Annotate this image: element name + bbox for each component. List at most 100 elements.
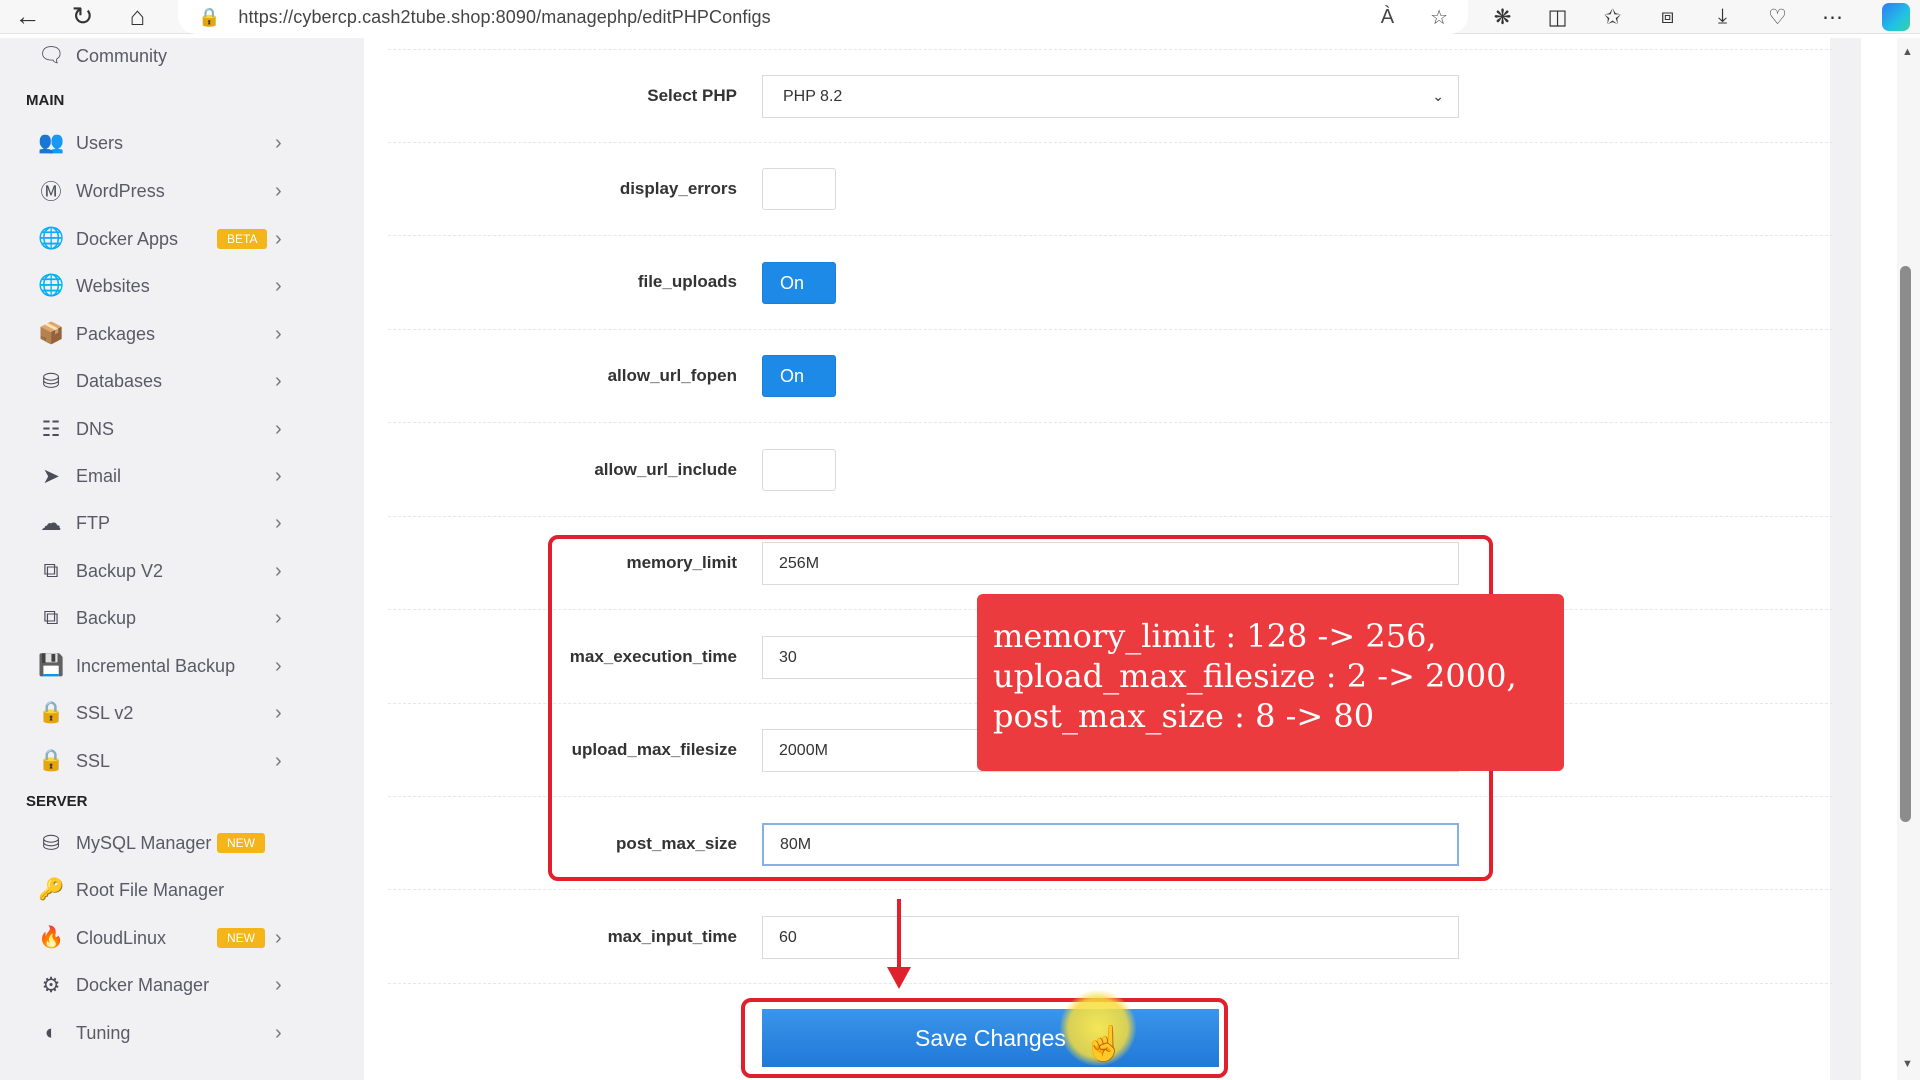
lock-icon: 🔒 [38, 749, 65, 772]
chevron-right-icon: › [275, 322, 282, 345]
callout-line-2: upload_max_filesize : 2 -> 2000, [993, 657, 1517, 695]
more-options-icon[interactable]: ⋯ [1805, 5, 1860, 30]
sidebar-item-incremental-backup[interactable]: 💾 Incremental Backup › [0, 646, 326, 686]
row-separator [388, 142, 1833, 143]
allow-url-fopen-toggle[interactable]: On [762, 355, 836, 397]
sidebar-item-backup[interactable]: ⧉ Backup › [0, 598, 326, 638]
chevron-down-icon: ⌄ [1432, 88, 1444, 104]
sidebar-item-websites[interactable]: 🌐 Websites › [0, 266, 326, 306]
sidebar-item-email[interactable]: ➤ Email › [0, 456, 326, 496]
chevron-right-icon: › [275, 511, 282, 534]
display-errors-label: display_errors [619, 179, 737, 198]
sidebar-item-ssl[interactable]: 🔒 SSL › [0, 741, 326, 781]
sidebar-item-docker-manager[interactable]: ⚙ Docker Manager › [0, 965, 326, 1005]
sidebar-item-community[interactable]: 🗨 Community [0, 38, 326, 76]
sidebar-item-tuning[interactable]: ◐ Tuning › [0, 1013, 326, 1053]
chevron-right-icon: › [275, 926, 282, 949]
scroll-down-icon[interactable]: ▼ [1902, 1058, 1913, 1070]
chevron-right-icon: › [275, 749, 282, 772]
database-icon: ⛁ [42, 369, 60, 393]
refresh-icon[interactable]: ↻ [55, 0, 110, 34]
annotation-arrow-head [887, 967, 911, 989]
save-icon: 💾 [38, 654, 65, 677]
row-separator [388, 422, 1833, 423]
annotation-arrow [897, 899, 901, 973]
key-icon: 🔑 [38, 878, 65, 901]
row-separator [388, 49, 1833, 50]
row-separator [388, 889, 1833, 890]
section-title-main: MAIN [26, 92, 65, 109]
sidebar-item-ftp[interactable]: ☁ FTP › [0, 503, 326, 543]
globe-icon: 🌐 [38, 274, 65, 297]
split-screen-icon[interactable]: ◫ [1530, 5, 1585, 30]
max-input-time-label: max_input_time [607, 927, 737, 946]
back-icon[interactable]: ← [0, 0, 55, 34]
row-separator [388, 516, 1833, 517]
copilot-icon[interactable] [1882, 3, 1910, 31]
sidebar-item-cloudlinux[interactable]: 🔥 CloudLinux NEW › [0, 918, 326, 958]
paper-plane-icon: ➤ [42, 464, 60, 488]
chevron-right-icon: › [275, 973, 282, 996]
adjust-icon: ◐ [44, 1021, 58, 1044]
chevron-right-icon: › [275, 654, 282, 677]
sidebar-item-users[interactable]: 👥 Users › [0, 123, 326, 163]
lock-icon: 🔒 [198, 6, 221, 27]
sidebar-item-mysql-manager[interactable]: ⛁ MySQL Manager NEW [0, 823, 326, 863]
allow-url-include-toggle[interactable] [762, 449, 836, 491]
display-errors-toggle[interactable] [762, 168, 836, 210]
extensions-icon[interactable]: ❋ [1475, 5, 1530, 30]
select-php-label: Select PHP [647, 86, 737, 105]
sidebar-item-wordpress[interactable]: Ⓜ WordPress › [0, 171, 326, 211]
fire-icon: 🔥 [38, 926, 65, 949]
file-uploads-toggle[interactable]: On [762, 262, 836, 304]
home-icon[interactable]: ⌂ [110, 0, 165, 34]
chevron-right-icon: › [275, 701, 282, 724]
new-badge: NEW [217, 833, 265, 853]
downloads-icon[interactable]: ⤓ [1695, 5, 1750, 29]
browser-essentials-icon[interactable]: ♡ [1750, 5, 1805, 30]
url-text: https://cybercp.cash2tube.shop:8090/mana… [238, 6, 771, 27]
sitemap-icon: ☷ [41, 417, 61, 441]
clone-icon: ⧉ [43, 606, 59, 629]
sidebar-item-backup-v2[interactable]: ⧉ Backup V2 › [0, 551, 326, 591]
max-input-time-input[interactable]: 60 [762, 916, 1459, 959]
address-bar[interactable]: 🔒 https://cybercp.cash2tube.shop:8090/ma… [178, 0, 1468, 34]
row-separator [388, 235, 1833, 236]
favorites-icon[interactable]: ✩ [1585, 5, 1640, 30]
chevron-right-icon: › [275, 417, 282, 440]
favorite-star-icon[interactable]: ☆ [1430, 5, 1448, 30]
row-separator [388, 329, 1833, 330]
cloud-upload-icon: ☁ [40, 511, 62, 535]
hand-cursor-icon: ☝ [1083, 1025, 1126, 1063]
sidebar-item-docker-apps[interactable]: 🌐 Docker Apps BETA › [0, 219, 326, 259]
scrollbar-thumb[interactable] [1900, 266, 1911, 822]
scroll-up-icon[interactable]: ▲ [1902, 46, 1913, 58]
annotation-save-box [741, 998, 1228, 1078]
chevron-right-icon: › [275, 464, 282, 487]
wordpress-icon: Ⓜ [40, 181, 62, 204]
row-separator [388, 983, 1833, 984]
allow-url-fopen-label: allow_url_fopen [607, 366, 737, 385]
annotation-callout: memory_limit : 128 -> 256, upload_max_fi… [977, 594, 1564, 771]
sidebar-item-root-file-manager[interactable]: 🔑 Root File Manager [0, 870, 326, 910]
packages-icon: 📦 [38, 322, 65, 345]
chevron-right-icon: › [275, 274, 282, 297]
collections-icon[interactable]: ⧈ [1640, 5, 1695, 29]
sidebar-item-dns[interactable]: ☷ DNS › [0, 409, 326, 449]
read-aloud-icon[interactable]: À [1381, 6, 1394, 29]
database-icon: ⛁ [42, 831, 60, 855]
globe-icon: 🌐 [38, 227, 65, 250]
php-version-select[interactable]: PHP 8.2 ⌄ [762, 75, 1459, 118]
cogs-icon: ⚙ [41, 973, 61, 997]
sidebar-item-packages[interactable]: 📦 Packages › [0, 314, 326, 354]
chevron-right-icon: › [275, 606, 282, 629]
file-uploads-label: file_uploads [637, 272, 737, 291]
sidebar-item-ssl-v2[interactable]: 🔒 SSL v2 › [0, 693, 326, 733]
sidebar-item-databases[interactable]: ⛁ Databases › [0, 361, 326, 401]
chevron-right-icon: › [275, 227, 282, 250]
chevron-right-icon: › [275, 1021, 282, 1044]
clone-icon: ⧉ [43, 559, 59, 582]
users-icon: 👥 [38, 131, 65, 154]
browser-toolbar: ← ↻ ⌂ 🔒 https://cybercp.cash2tube.shop:8… [0, 0, 1920, 34]
lock-icon: 🔒 [38, 701, 65, 724]
